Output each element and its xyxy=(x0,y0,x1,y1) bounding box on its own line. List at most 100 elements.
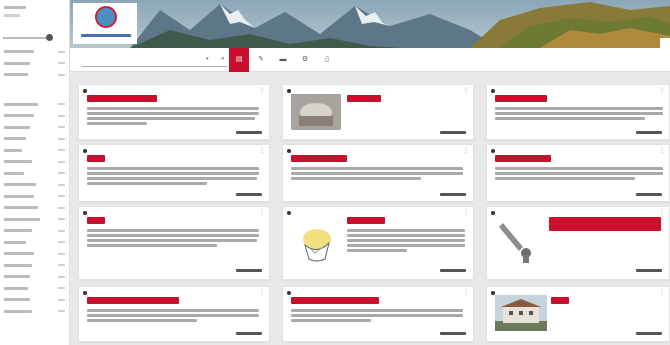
search-input[interactable] xyxy=(84,56,194,62)
bullet-icon xyxy=(491,149,495,153)
sidebar-filter-item[interactable] xyxy=(0,168,69,180)
sidebar-filter-label xyxy=(4,240,26,244)
sidebar-filter-item[interactable] xyxy=(0,46,69,58)
article-card[interactable]: ⋮ xyxy=(78,84,270,140)
sidebar-filter-count xyxy=(58,241,65,244)
close-icon[interactable]: ✕ xyxy=(221,56,225,62)
article-card[interactable]: ⋮ xyxy=(486,144,670,202)
article-card-grid: ⋮ ⋮ ⋮ ⋮ ⋮ ⋮ ⋮ ⋮ ⋮ ⋮ ⋮ ⋮ xyxy=(78,78,670,345)
sidebar-filter-item[interactable] xyxy=(0,271,69,283)
search-field[interactable]: ▾ ✕ xyxy=(82,53,227,67)
sidebar-filter-count xyxy=(58,195,65,198)
sidebar-filter-item[interactable] xyxy=(0,260,69,272)
bullet-icon xyxy=(287,291,291,295)
more-options-icon[interactable]: ⋮ xyxy=(259,290,265,296)
article-card[interactable]: ⋮ xyxy=(486,206,670,280)
category-tag[interactable] xyxy=(549,217,661,231)
document-icon: ▤ xyxy=(235,55,243,63)
card-text-line xyxy=(347,234,465,237)
card-text-line xyxy=(291,319,371,322)
category-tag[interactable] xyxy=(347,95,381,102)
sidebar-filter-label xyxy=(4,309,32,313)
more-options-icon[interactable]: ⋮ xyxy=(659,210,665,216)
bullet-icon xyxy=(491,211,495,215)
sidebar-filter-label xyxy=(4,229,32,233)
card-date xyxy=(440,131,466,134)
article-card[interactable]: ⋮ xyxy=(282,144,474,202)
article-card[interactable]: ⋮ xyxy=(78,286,270,342)
article-card[interactable]: ⋮ xyxy=(78,206,270,280)
sidebar-filter-item[interactable] xyxy=(0,133,69,145)
card-text-line xyxy=(495,172,663,175)
category-tag[interactable] xyxy=(347,217,385,224)
sidebar-filter-item[interactable] xyxy=(0,122,69,134)
more-options-icon[interactable]: ⋮ xyxy=(259,148,265,154)
article-card[interactable]: ⋮ xyxy=(282,286,474,342)
article-card[interactable]: ⋮ xyxy=(282,206,474,280)
sidebar-filter-item[interactable] xyxy=(0,248,69,260)
sidebar-filter-label xyxy=(4,263,32,267)
toolbar: ▾ ✕ ▤ ✎ ▬ ⚙ ▯ xyxy=(70,47,670,72)
more-options-icon[interactable]: ⋮ xyxy=(463,88,469,94)
sidebar-filter-item[interactable] xyxy=(0,99,69,111)
sidebar-filter-item[interactable] xyxy=(0,202,69,214)
sidebar-filter-item[interactable] xyxy=(0,191,69,203)
sidebar-filter-item[interactable] xyxy=(0,179,69,191)
sidebar-filter-count xyxy=(58,264,65,267)
sidebar-filter-item[interactable] xyxy=(0,225,69,237)
sidebar-filter-item[interactable] xyxy=(0,214,69,226)
logo-caption xyxy=(81,34,131,37)
category-tag[interactable] xyxy=(495,155,551,162)
more-options-icon[interactable]: ⋮ xyxy=(259,210,265,216)
category-tag[interactable] xyxy=(87,95,157,102)
category-tag[interactable] xyxy=(87,155,105,162)
sidebar-filter-item[interactable] xyxy=(0,156,69,168)
sidebar-filter-count xyxy=(58,218,65,221)
article-card[interactable]: ⋮ xyxy=(282,84,474,140)
article-card[interactable]: ⋮ xyxy=(486,84,670,140)
article-card[interactable]: ⋮ xyxy=(78,144,270,202)
category-tag[interactable] xyxy=(87,297,179,304)
sidebar-filter-item[interactable] xyxy=(0,237,69,249)
category-tag[interactable] xyxy=(87,217,105,224)
card-date xyxy=(236,332,262,335)
toolbar-button-3[interactable]: ▬ xyxy=(273,48,293,72)
sidebar-filter-item[interactable] xyxy=(0,306,69,318)
category-tag[interactable] xyxy=(551,297,569,304)
more-options-icon[interactable]: ⋮ xyxy=(259,88,265,94)
toolbar-button-2[interactable]: ✎ xyxy=(251,48,271,72)
sidebar-filter-item[interactable] xyxy=(0,283,69,295)
logo-card[interactable] xyxy=(73,3,137,44)
sidebar-filter-label xyxy=(4,298,30,302)
sidebar-filter-label xyxy=(4,148,22,152)
chevron-down-icon[interactable]: ▾ xyxy=(206,56,209,62)
sidebar-filter-item[interactable] xyxy=(0,110,69,122)
toolbar-button-4[interactable]: ⚙ xyxy=(295,48,315,72)
sidebar-filter-label xyxy=(4,137,26,141)
sidebar-filter-item[interactable] xyxy=(0,58,69,70)
sidebar-filter-item[interactable] xyxy=(0,294,69,306)
card-date xyxy=(236,269,262,272)
card-text-line xyxy=(291,314,463,317)
more-options-icon[interactable]: ⋮ xyxy=(463,210,469,216)
pen-icon: ✎ xyxy=(258,55,264,63)
card-text-line xyxy=(495,177,635,180)
slider-handle-icon[interactable] xyxy=(46,34,53,41)
toolbar-button-1[interactable]: ▤ xyxy=(229,47,249,72)
more-options-icon[interactable]: ⋮ xyxy=(463,290,469,296)
sidebar-filter-item[interactable] xyxy=(0,145,69,157)
category-tag[interactable] xyxy=(291,155,347,162)
sidebar-filter-label xyxy=(4,160,32,164)
filter-slider-track[interactable] xyxy=(3,37,51,39)
more-options-icon[interactable]: ⋮ xyxy=(659,88,665,94)
category-tag[interactable] xyxy=(291,297,379,304)
more-options-icon[interactable]: ⋮ xyxy=(659,290,665,296)
sidebar-filter-count xyxy=(58,126,65,129)
category-tag[interactable] xyxy=(495,95,547,102)
article-card[interactable]: ⋮ xyxy=(486,286,670,342)
sidebar-filter-item[interactable] xyxy=(0,69,69,81)
more-options-icon[interactable]: ⋮ xyxy=(463,148,469,154)
more-options-icon[interactable]: ⋮ xyxy=(659,148,665,154)
card-text-line xyxy=(87,314,259,317)
toolbar-button-5[interactable]: ▯ xyxy=(317,48,337,72)
